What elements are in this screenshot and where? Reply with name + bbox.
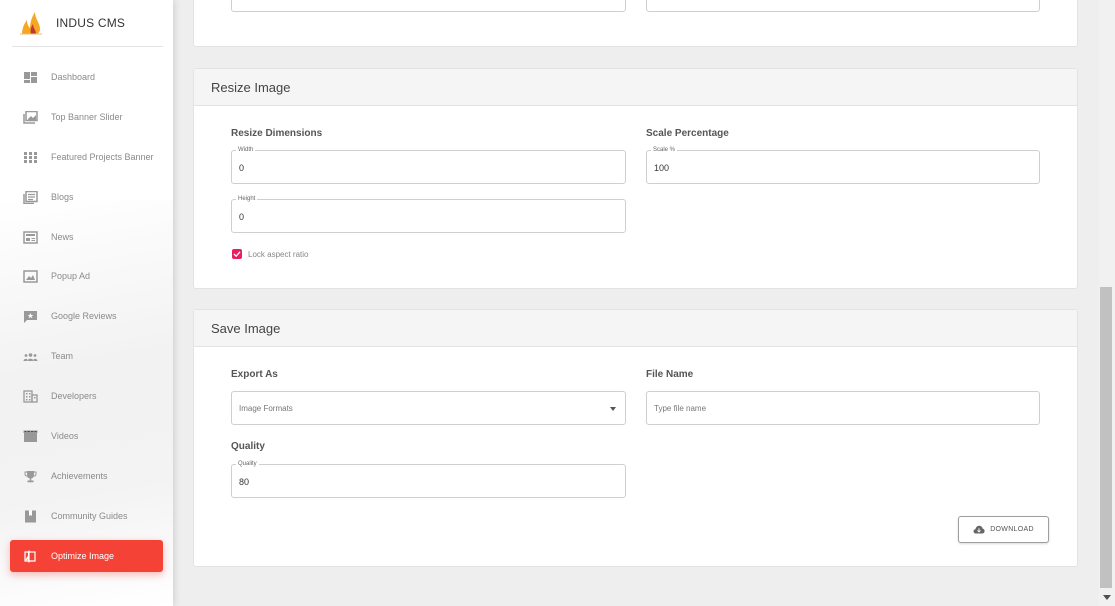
width-legend: Width xyxy=(236,146,256,154)
sidebar-item-popup-ad[interactable]: Popup Ad xyxy=(10,260,163,292)
height-value: 0 xyxy=(239,212,245,222)
export-format-placeholder: Image Formats xyxy=(239,404,293,413)
popup-icon xyxy=(23,269,38,283)
text-input[interactable] xyxy=(646,0,1040,12)
height-legend: Height xyxy=(236,195,258,203)
sidebar-item-label: Community Guides xyxy=(51,511,128,521)
file-name-title: File Name xyxy=(646,369,694,380)
quality-title: Quality xyxy=(231,441,265,452)
scale-percentage-title: Scale Percentage xyxy=(646,128,729,139)
resize-image-card: Resize Image Resize Dimensions Width 0 H… xyxy=(193,68,1078,289)
sidebar-item-label: Dashboard xyxy=(51,72,96,82)
review-icon xyxy=(23,310,38,323)
sidebar-item-blogs[interactable]: Blogs xyxy=(10,181,163,213)
sidebar-item-label: Google Reviews xyxy=(51,311,117,321)
height-input[interactable]: Height 0 xyxy=(231,195,626,233)
sidebar-item-label: Videos xyxy=(51,431,79,441)
sidebar-item-label: Team xyxy=(51,351,74,361)
scale-value: 100 xyxy=(654,163,670,173)
news-icon xyxy=(23,230,38,244)
sidebar-item-news[interactable]: News xyxy=(10,221,163,253)
quality-input[interactable]: Quality 80 xyxy=(231,460,626,498)
sidebar-item-videos[interactable]: Videos xyxy=(10,420,163,452)
export-format-select[interactable]: Image Formats xyxy=(231,391,626,425)
article-icon xyxy=(23,190,38,204)
sidebar-item-label: News xyxy=(51,232,74,242)
sidebar-item-dashboard[interactable]: Dashboard xyxy=(10,61,163,93)
grid-icon xyxy=(23,151,38,164)
resize-image-header: Resize Image xyxy=(194,69,1077,106)
image-slider-icon xyxy=(23,110,38,124)
divider xyxy=(12,46,163,47)
download-label: DOWNLOAD xyxy=(990,526,1034,533)
sidebar-item-label: Achievements xyxy=(51,471,108,481)
lock-aspect-ratio-checkbox[interactable] xyxy=(232,249,242,259)
width-input[interactable]: Width 0 xyxy=(231,146,626,184)
scale-input[interactable]: Scale % 100 xyxy=(646,146,1040,184)
download-button[interactable]: DOWNLOAD xyxy=(958,516,1049,543)
brand-name: INDUS CMS xyxy=(56,16,126,30)
compare-icon xyxy=(23,550,38,563)
export-as-title: Export As xyxy=(231,369,278,380)
scroll-down-arrow-icon[interactable] xyxy=(1103,595,1111,600)
sidebar: INDUS CMS Dashboard Top Banner Slider Fe… xyxy=(0,0,173,606)
cloud-download-icon xyxy=(973,525,985,534)
file-name-placeholder: Type file name xyxy=(654,404,707,413)
previous-section-card xyxy=(193,0,1078,47)
quality-value: 80 xyxy=(239,477,250,487)
sidebar-item-top-banner-slider[interactable]: Top Banner Slider xyxy=(10,101,163,133)
sidebar-item-featured-projects-banner[interactable]: Featured Projects Banner xyxy=(10,141,163,173)
chevron-down-icon xyxy=(610,407,616,411)
team-icon xyxy=(23,350,38,363)
dashboard-icon xyxy=(23,71,38,84)
save-image-card: Save Image Export As Image Formats File … xyxy=(193,309,1078,567)
sidebar-item-community-guides[interactable]: Community Guides xyxy=(10,500,163,532)
sidebar-item-label: Optimize Image xyxy=(51,551,115,561)
resize-dimensions-title: Resize Dimensions xyxy=(231,128,323,139)
logo-icon xyxy=(20,12,42,35)
sidebar-item-label: Top Banner Slider xyxy=(51,112,123,122)
quality-legend: Quality xyxy=(236,460,259,468)
scrollbar-thumb[interactable] xyxy=(1100,287,1112,588)
sidebar-item-google-reviews[interactable]: Google Reviews xyxy=(10,300,163,332)
scale-legend: Scale % xyxy=(651,146,678,154)
sidebar-item-label: Developers xyxy=(51,391,97,401)
sidebar-item-label: Popup Ad xyxy=(51,271,91,281)
book-icon xyxy=(23,510,38,523)
sidebar-item-label: Featured Projects Banner xyxy=(51,152,154,162)
checkmark-icon xyxy=(233,251,241,258)
lock-aspect-ratio-label: Lock aspect ratio xyxy=(248,249,309,259)
text-input[interactable] xyxy=(231,0,626,12)
lock-aspect-ratio-row[interactable]: Lock aspect ratio xyxy=(232,249,308,259)
width-value: 0 xyxy=(239,163,245,173)
building-icon xyxy=(23,389,38,403)
save-image-header: Save Image xyxy=(194,310,1077,347)
brand[interactable]: INDUS CMS xyxy=(0,0,173,47)
sidebar-item-achievements[interactable]: Achievements xyxy=(10,460,163,492)
video-icon xyxy=(23,429,38,443)
sidebar-item-optimize-image[interactable]: Optimize Image xyxy=(10,540,163,572)
sidebar-item-label: Blogs xyxy=(51,192,74,202)
trophy-icon xyxy=(23,470,38,483)
file-name-input[interactable]: Type file name xyxy=(646,391,1040,425)
sidebar-item-team[interactable]: Team xyxy=(10,340,163,372)
sidebar-item-developers[interactable]: Developers xyxy=(10,380,163,412)
